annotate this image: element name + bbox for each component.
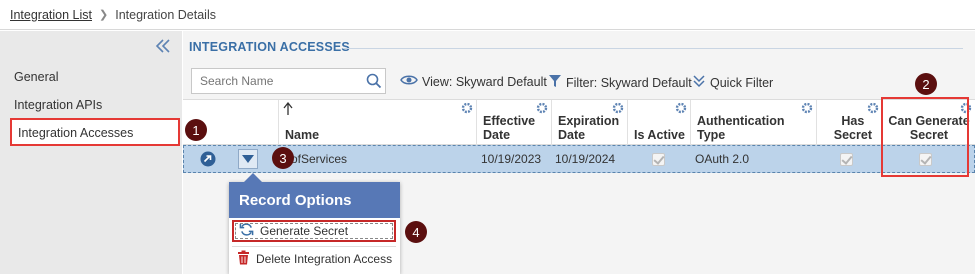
delete-integration-access-menu-item[interactable]: Delete Integration Access xyxy=(232,248,396,270)
checkbox-checked-icon xyxy=(652,152,665,166)
cell-has-secret xyxy=(840,146,853,172)
column-label-is-active: Is Active xyxy=(634,128,685,142)
cell-name: ofServices xyxy=(291,152,348,166)
sidebar-item-general[interactable]: General xyxy=(14,70,58,84)
quick-filter-label: Quick Filter xyxy=(710,75,774,90)
search-input[interactable] xyxy=(200,74,350,88)
column-header-effective-date[interactable]: Effective Date xyxy=(476,100,551,146)
row-options-dropdown-button[interactable] xyxy=(238,147,258,171)
generate-secret-menu-item[interactable]: Generate Secret xyxy=(232,220,396,242)
column-label-line1: Effective xyxy=(483,114,536,128)
cell-expiration-date: 10/19/2024 xyxy=(555,152,616,166)
record-options-title: Record Options xyxy=(229,182,400,218)
column-header-has-secret[interactable]: Has Secret xyxy=(816,100,882,146)
chevron-down-icon xyxy=(238,149,258,169)
menu-divider xyxy=(232,246,396,247)
quick-filter-button[interactable]: Quick Filter xyxy=(692,74,773,91)
row-link-icon[interactable] xyxy=(200,146,216,172)
sort-ascending-icon xyxy=(283,101,293,119)
cell-effective-date: 10/19/2023 xyxy=(481,152,542,166)
column-label-effective-date: Effective Date xyxy=(483,114,535,142)
column-label-line1: Expiration xyxy=(558,114,620,128)
view-label: View: Skyward Default xyxy=(422,74,547,89)
column-header-name[interactable]: Name xyxy=(278,100,476,146)
grid-header: Name Effective Date Expiration Date Is Act… xyxy=(183,99,975,146)
double-chevron-down-icon xyxy=(692,74,706,91)
column-settings-gear-icon[interactable] xyxy=(536,102,548,114)
column-label-expiration-date: Expiration Date xyxy=(558,114,619,142)
cell-authentication-type: OAuth 2.0 xyxy=(695,152,750,166)
column-label-name: Name xyxy=(285,128,320,142)
highlight-box-can-generate-secret xyxy=(881,97,969,177)
search-box[interactable] xyxy=(191,68,386,94)
column-label-line2: Date xyxy=(483,128,511,142)
breadcrumb: Integration List ❯ Integration Details xyxy=(0,0,975,30)
column-label-authentication-type: Authentication Type xyxy=(697,114,785,142)
column-label-has-secret: Has Secret xyxy=(834,114,872,142)
generate-secret-label: Generate Secret xyxy=(260,224,349,238)
filter-selector[interactable]: Filter: Skyward Default xyxy=(548,74,692,91)
section-divider xyxy=(343,48,963,49)
search-icon[interactable] xyxy=(363,70,385,92)
trash-icon xyxy=(237,250,250,268)
eye-icon xyxy=(400,74,418,89)
callout-4: 4 xyxy=(405,221,427,243)
popup-pointer xyxy=(244,173,262,182)
callout-3: 3 xyxy=(272,147,294,169)
column-settings-gear-icon[interactable] xyxy=(612,102,624,114)
breadcrumb-integration-list-link[interactable]: Integration List xyxy=(10,8,92,22)
column-header-is-active[interactable]: Is Active xyxy=(627,100,690,146)
column-label-line1: Has xyxy=(841,114,865,128)
double-chevron-left-icon[interactable] xyxy=(154,38,172,54)
column-header-expiration-date[interactable]: Expiration Date xyxy=(551,100,627,146)
sidebar-item-integration-accesses[interactable]: Integration Accesses xyxy=(10,118,180,146)
cell-is-active xyxy=(652,146,665,172)
section-title: INTEGRATION ACCESSES xyxy=(189,40,350,54)
column-settings-gear-icon[interactable] xyxy=(867,102,879,114)
breadcrumb-separator-icon: ❯ xyxy=(99,9,109,21)
callout-2: 2 xyxy=(915,73,937,95)
filter-label: Filter: Skyward Default xyxy=(566,75,692,90)
callout-1: 1 xyxy=(185,119,207,141)
column-label-line2: Date xyxy=(558,128,586,142)
view-selector[interactable]: View: Skyward Default xyxy=(400,74,547,89)
filter-icon xyxy=(548,74,562,91)
breadcrumb-current: Integration Details xyxy=(115,7,216,22)
refresh-icon xyxy=(239,222,254,240)
table-row[interactable]: ofServices 10/19/2023 10/19/2024 OAuth 2… xyxy=(183,145,975,173)
sidebar: General Integration APIs Integration Acc… xyxy=(0,31,182,274)
column-settings-gear-icon[interactable] xyxy=(675,102,687,114)
column-label-line2: Secret xyxy=(833,128,872,142)
column-settings-gear-icon[interactable] xyxy=(461,102,473,114)
sidebar-item-integration-apis[interactable]: Integration APIs xyxy=(14,98,102,112)
column-settings-gear-icon[interactable] xyxy=(801,102,813,114)
column-header-authentication-type[interactable]: Authentication Type xyxy=(690,100,816,146)
checkbox-checked-icon xyxy=(840,152,853,166)
delete-integration-access-label: Delete Integration Access xyxy=(256,252,393,266)
record-options-menu: Record Options Generate Secret Delete In… xyxy=(229,173,400,274)
